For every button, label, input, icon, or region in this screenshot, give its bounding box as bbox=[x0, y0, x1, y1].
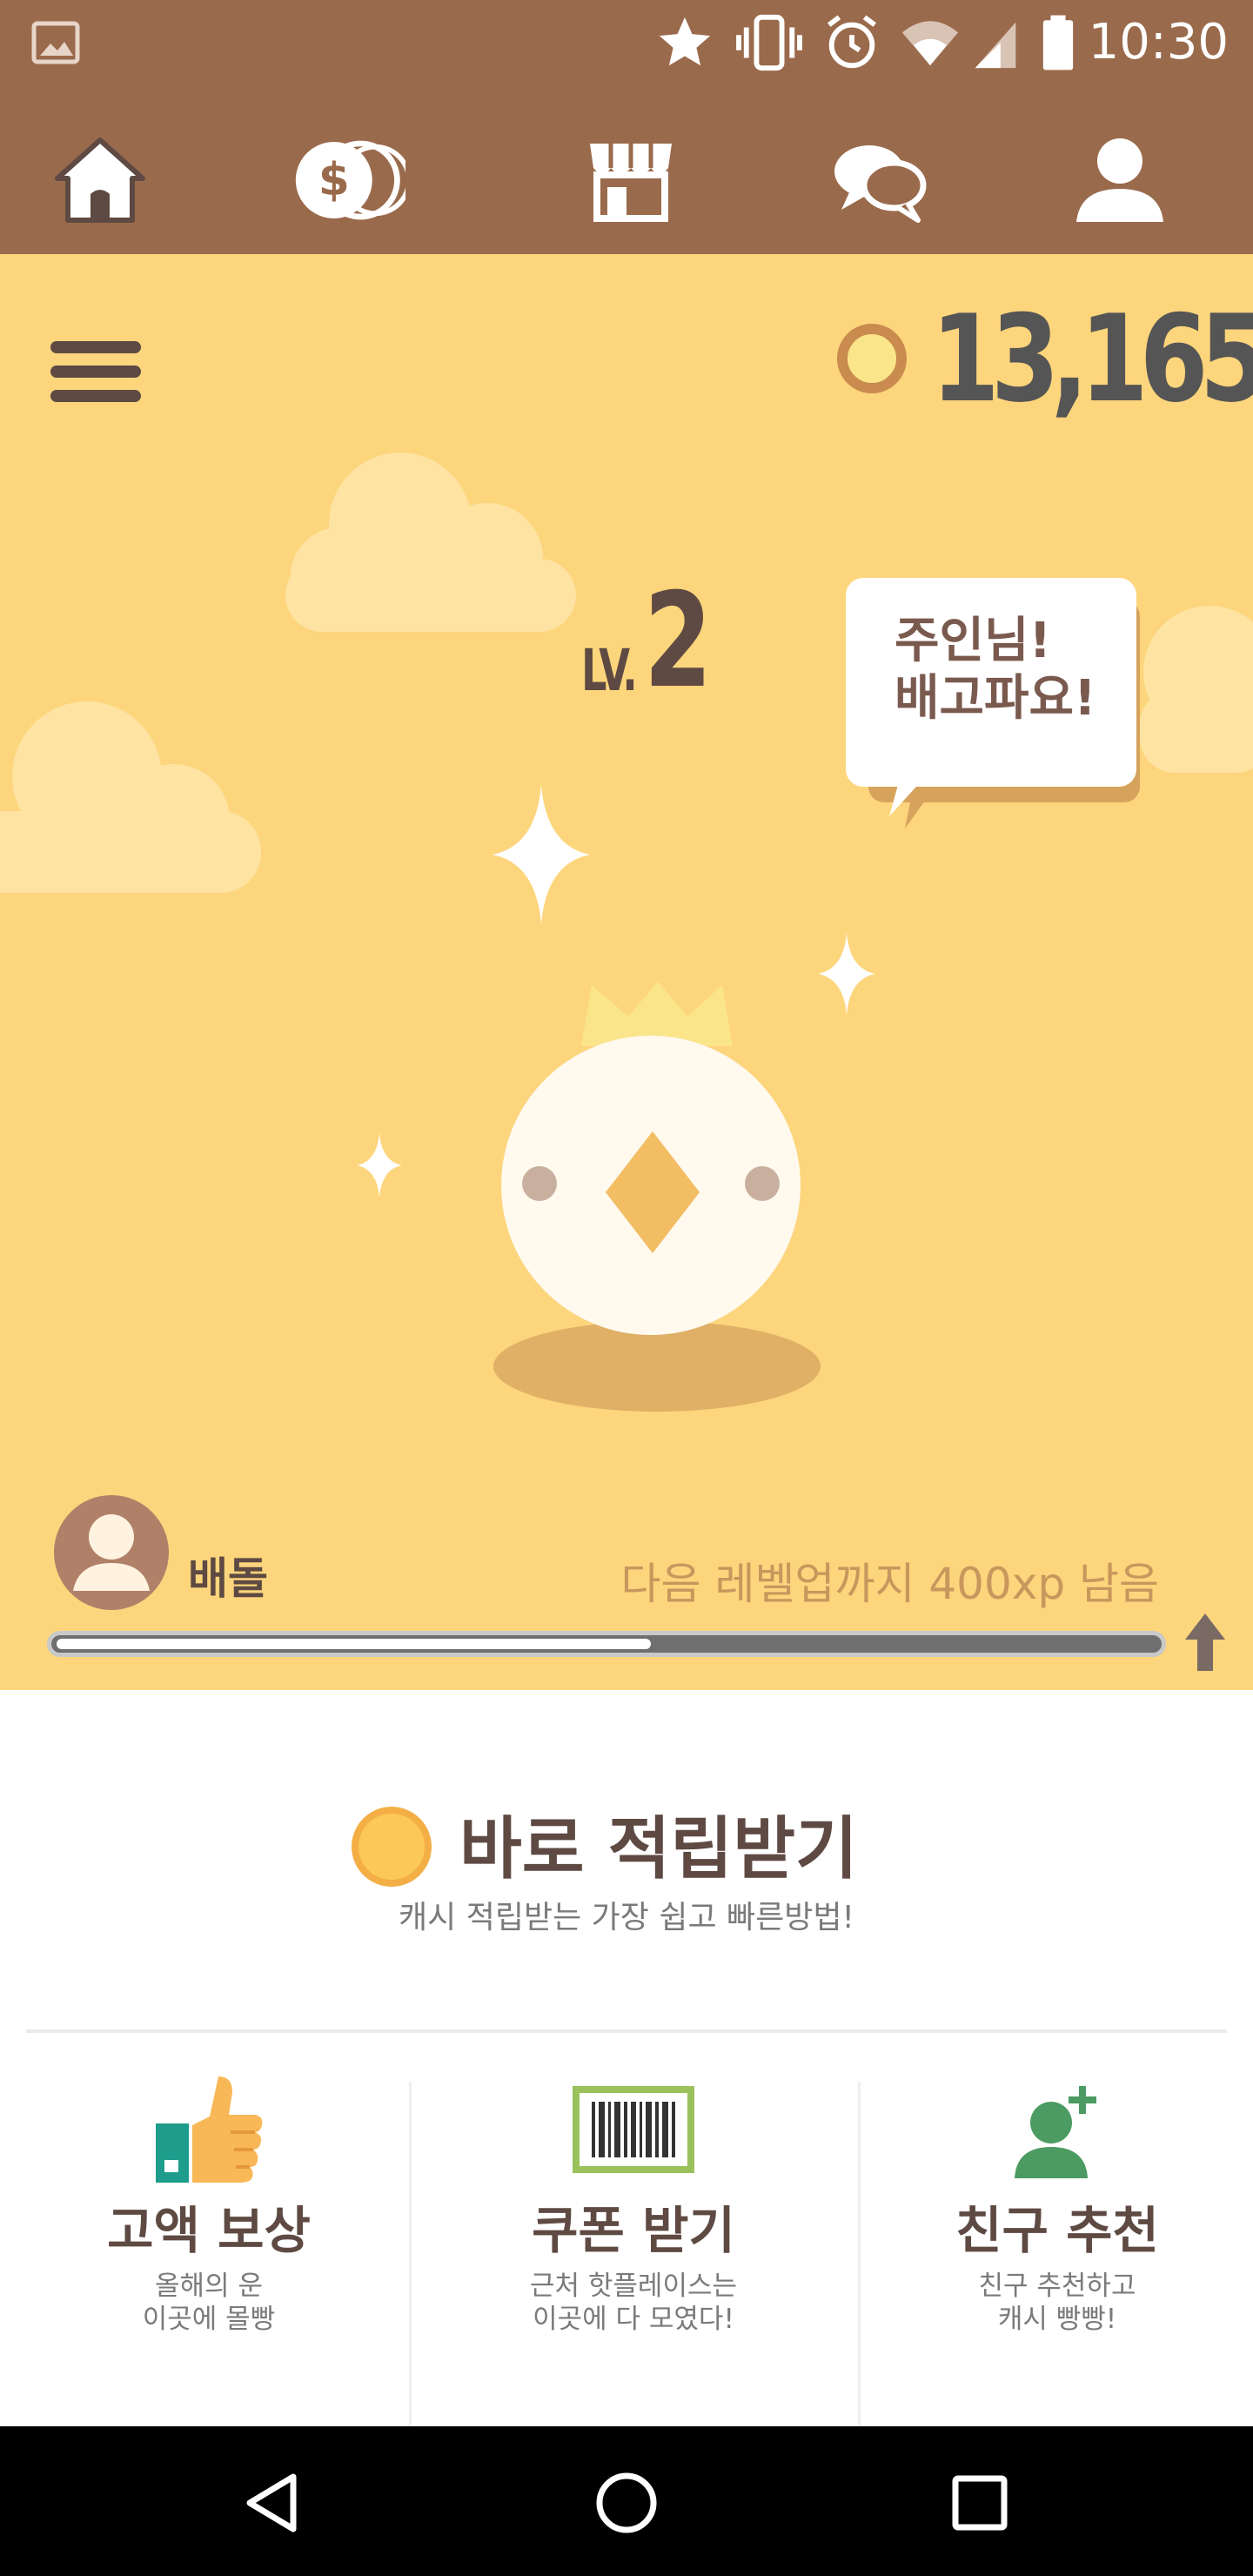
home-icon bbox=[55, 138, 145, 223]
level-value: 2 bbox=[644, 566, 712, 717]
system-nav-bar bbox=[0, 2426, 1253, 2576]
feature-desc-line: 올해의 운 bbox=[155, 2271, 263, 2302]
coin-balance[interactable]: 13,165 bbox=[837, 289, 1253, 429]
back-icon bbox=[246, 2473, 297, 2532]
quick-earn-title: 바로 적립받기 bbox=[459, 1810, 858, 1888]
quick-earn-section[interactable]: 바로 적립받기 캐시 적립받는 가장 쉽고 빠른방법! bbox=[0, 1690, 1253, 2038]
thumbs-up-icon bbox=[156, 2076, 263, 2183]
speech-bubble: 주인님! 배고파요! bbox=[846, 578, 1140, 828]
menu-line bbox=[50, 390, 141, 402]
feature-high-reward[interactable]: 고액 보상 올해의 운 이곳에 몰빵 bbox=[0, 2038, 418, 2426]
user-avatar[interactable] bbox=[54, 1495, 169, 1610]
top-nav: $ bbox=[0, 87, 1253, 254]
add-friend-icon bbox=[1015, 2086, 1096, 2178]
quick-earn-subtitle: 캐시 적립받는 가장 쉽고 빠른방법! bbox=[399, 1900, 854, 1935]
home-circle-icon bbox=[596, 2472, 657, 2533]
level-indicator: LV. 2 bbox=[581, 566, 712, 717]
hero-section: 13,165 LV. 2 주인님! 배고파요! 배돌 다음 레벨업까지 400x… bbox=[0, 254, 1253, 1690]
feature-desc-line: 캐시 빵빵! bbox=[997, 2304, 1117, 2335]
vibrate-icon bbox=[736, 12, 802, 77]
feature-title: 친구 추천 bbox=[955, 2201, 1159, 2260]
coins-icon: $ bbox=[295, 140, 405, 220]
nav-home[interactable] bbox=[44, 129, 157, 231]
feature-desc-line: 친구 추천하고 bbox=[978, 2271, 1136, 2302]
status-time: 10:30 bbox=[1088, 14, 1229, 70]
nav-chat[interactable] bbox=[823, 129, 936, 231]
feature-desc-line: 근처 핫플레이스는 bbox=[529, 2271, 737, 2302]
sparkle-icon bbox=[357, 1133, 402, 1197]
recents-button[interactable] bbox=[936, 2461, 1023, 2545]
barcode-icon bbox=[573, 2086, 694, 2173]
divider bbox=[409, 2082, 412, 2430]
alarm-icon bbox=[821, 12, 882, 77]
image-icon bbox=[31, 21, 80, 68]
speech-line-2: 배고파요! bbox=[895, 670, 1096, 727]
xp-progress-bar bbox=[47, 1631, 1166, 1657]
feature-title: 고액 보상 bbox=[107, 2201, 311, 2260]
menu-line bbox=[50, 341, 141, 353]
feature-coupon[interactable]: 쿠폰 받기 근처 핫플레이스는 이곳에 다 모였다! bbox=[425, 2038, 842, 2426]
signal-icon bbox=[969, 12, 1022, 77]
level-prefix: LV. bbox=[581, 637, 638, 704]
nav-coins[interactable]: $ bbox=[292, 129, 405, 231]
coin-icon bbox=[837, 324, 907, 393]
recents-icon bbox=[952, 2475, 1008, 2531]
pet-character[interactable] bbox=[487, 976, 827, 1412]
menu-button[interactable] bbox=[44, 332, 146, 411]
coin-icon bbox=[352, 1807, 432, 1887]
star-icon bbox=[654, 12, 715, 77]
sparkle-icon bbox=[492, 785, 590, 924]
battery-icon bbox=[1041, 12, 1075, 77]
chat-icon bbox=[834, 145, 927, 223]
store-icon bbox=[590, 144, 672, 222]
profile-icon bbox=[1076, 138, 1163, 222]
xp-progress-fill bbox=[57, 1639, 651, 1649]
menu-line bbox=[50, 366, 141, 378]
cloud-decoration bbox=[1140, 606, 1253, 773]
nav-profile[interactable] bbox=[1063, 129, 1176, 231]
xp-remaining-text: 다음 레벨업까지 400xp 남음 bbox=[620, 1559, 1159, 1609]
coin-balance-value: 13,165 bbox=[931, 288, 1253, 429]
feature-invite-friend[interactable]: 친구 추천 친구 추천하고 캐시 빵빵! bbox=[848, 2038, 1253, 2426]
svg-text:$: $ bbox=[318, 154, 350, 206]
level-up-arrow-icon[interactable] bbox=[1183, 1612, 1227, 1673]
speech-line-1: 주인님! bbox=[895, 613, 1052, 669]
wifi-icon bbox=[898, 12, 962, 77]
user-name: 배돌 bbox=[188, 1553, 268, 1604]
feature-title: 쿠폰 받기 bbox=[532, 2201, 735, 2260]
cloud-decoration bbox=[285, 453, 576, 632]
home-button[interactable] bbox=[583, 2461, 670, 2545]
feature-desc-line: 이곳에 몰빵 bbox=[142, 2304, 276, 2335]
status-bar: 10:30 bbox=[0, 0, 1253, 87]
divider bbox=[26, 2029, 1227, 2033]
feature-row: 고액 보상 올해의 운 이곳에 몰빵 쿠폰 받기 근처 핫플레이스는 이곳에 다… bbox=[0, 2038, 1253, 2430]
cloud-decoration bbox=[0, 701, 261, 893]
nav-store[interactable] bbox=[574, 129, 687, 231]
back-button[interactable] bbox=[228, 2461, 315, 2545]
feature-desc-line: 이곳에 다 모였다! bbox=[533, 2304, 734, 2335]
